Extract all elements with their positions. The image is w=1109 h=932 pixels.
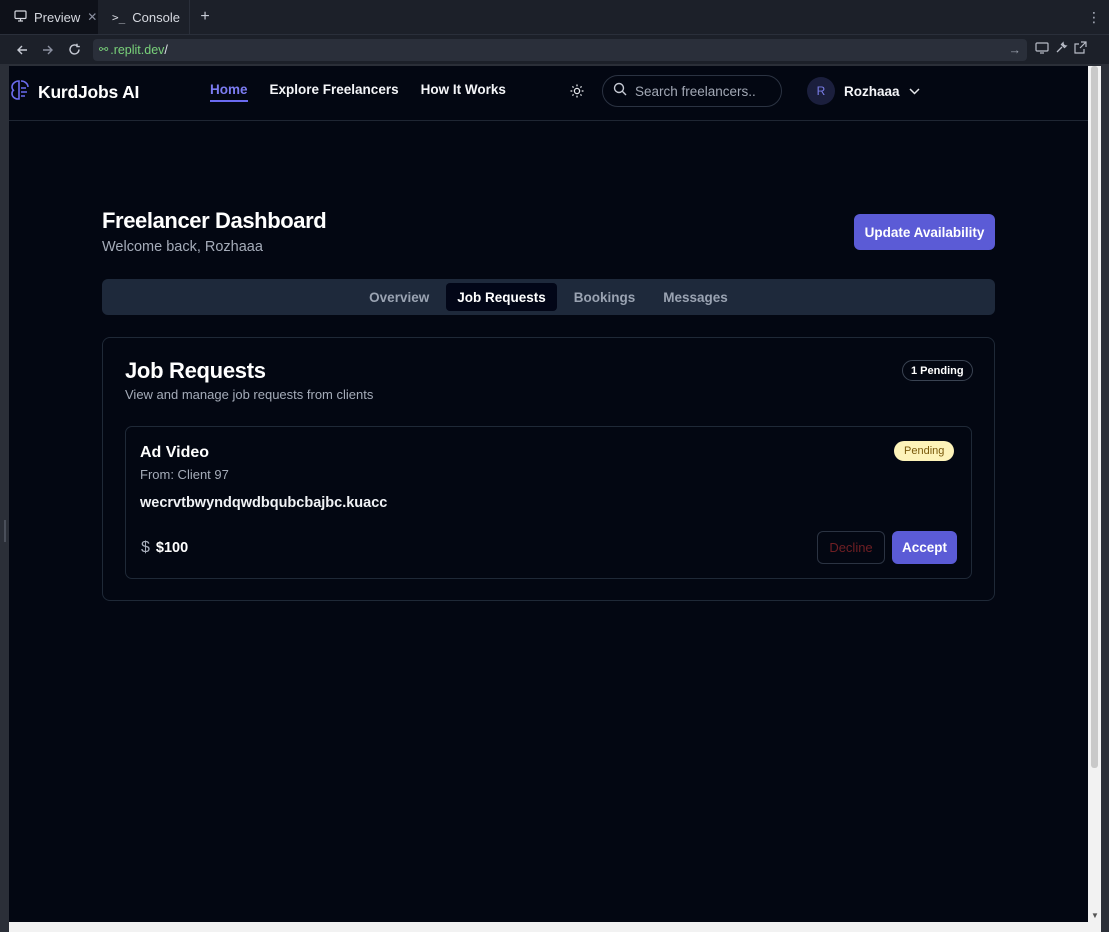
brain-icon	[10, 79, 30, 106]
external-link-icon[interactable]	[1074, 40, 1087, 59]
wrench-icon[interactable]	[1055, 40, 1068, 59]
link-icon: ⚯	[99, 44, 109, 56]
job-title: Ad Video	[140, 444, 210, 461]
monitor-icon	[14, 9, 27, 25]
main-nav: Home Explore Freelancers How It Works	[210, 82, 506, 102]
tab-overview[interactable]: Overview	[358, 283, 440, 311]
brand-name: KurdJobs AI	[38, 82, 140, 102]
add-tab-button[interactable]: +	[190, 0, 220, 34]
url-path: /	[164, 42, 168, 57]
section-title: Job Requests	[125, 358, 266, 383]
job-price: $ $100	[141, 539, 188, 557]
section-subtitle: View and manage job requests from client…	[125, 387, 374, 402]
url-field[interactable]: ⚯ .replit.dev / →	[93, 38, 1027, 61]
user-name: Rozhaaa	[844, 83, 900, 99]
page-title: Freelancer Dashboard	[102, 208, 327, 233]
more-vertical-icon[interactable]: ⋮	[1079, 0, 1109, 34]
scroll-down-icon[interactable]: ▼	[1091, 911, 1099, 920]
resize-handle[interactable]	[4, 520, 6, 542]
terminal-icon: >_	[112, 10, 126, 24]
app-header: KurdJobs AI Home Explore Freelancers How…	[9, 66, 1088, 121]
job-description: wecrvtbwyndqwdbqubcbajbc.kuacc	[140, 495, 388, 511]
search-input[interactable]	[635, 83, 770, 99]
search-box	[602, 75, 782, 107]
job-client: From: Client 97	[140, 467, 229, 482]
brand-logo[interactable]: KurdJobs AI	[10, 79, 139, 106]
ide-tab-label: Console	[132, 9, 180, 25]
nav-home[interactable]: Home	[210, 82, 248, 102]
tab-job-requests[interactable]: Job Requests	[446, 283, 557, 311]
accept-button[interactable]: Accept	[892, 531, 957, 564]
ide-tab-preview[interactable]: Preview ✕	[0, 0, 98, 34]
page-subtitle: Welcome back, Rozhaaa	[102, 239, 263, 255]
search-icon	[613, 82, 627, 101]
ide-tab-console[interactable]: >_ Console	[98, 0, 190, 34]
app-viewport: KurdJobs AI Home Explore Freelancers How…	[9, 66, 1088, 922]
scrollbar[interactable]: ▲ ▼	[1088, 66, 1101, 922]
arrow-right-icon[interactable]: →	[1009, 43, 1022, 57]
url-host: .replit.dev	[110, 42, 165, 57]
panel-gutter	[0, 66, 9, 932]
panel-gutter-right	[1101, 66, 1109, 932]
update-availability-button[interactable]: Update Availability	[854, 214, 995, 250]
dollar-icon: $	[141, 539, 150, 556]
price-value: $100	[155, 540, 189, 556]
tab-bookings[interactable]: Bookings	[563, 283, 647, 311]
avatar: R	[807, 77, 835, 105]
chevron-down-icon	[909, 82, 920, 100]
dashboard-tabs: Overview Job Requests Bookings Messages	[102, 279, 995, 315]
close-icon[interactable]: ✕	[87, 10, 97, 24]
job-requests-card: Job Requests View and manage job request…	[102, 337, 995, 601]
bottom-edge	[9, 922, 1101, 932]
user-menu[interactable]: R Rozhaaa	[807, 77, 920, 105]
theme-toggle-button[interactable]	[566, 82, 588, 104]
reload-icon[interactable]	[61, 37, 87, 63]
nav-explore-freelancers[interactable]: Explore Freelancers	[270, 82, 399, 102]
sun-icon	[570, 84, 584, 103]
scrollbar-thumb[interactable]	[1091, 66, 1098, 768]
pending-count-badge: 1 Pending	[902, 360, 973, 381]
decline-button[interactable]: Decline	[817, 531, 885, 564]
status-badge: Pending	[894, 441, 955, 461]
forward-icon[interactable]	[35, 37, 61, 63]
tab-messages[interactable]: Messages	[652, 283, 739, 311]
ide-tab-label: Preview	[34, 9, 81, 25]
ide-tab-bar: Preview ✕ >_ Console + ⋮	[0, 0, 1109, 35]
nav-how-it-works[interactable]: How It Works	[421, 82, 506, 102]
url-bar: ⚯ .replit.dev / →	[0, 35, 1109, 64]
devices-icon[interactable]	[1035, 41, 1049, 59]
back-icon[interactable]	[9, 37, 35, 63]
job-request-item: Ad Video From: Client 97 wecrvtbwyndqwdb…	[125, 426, 972, 579]
